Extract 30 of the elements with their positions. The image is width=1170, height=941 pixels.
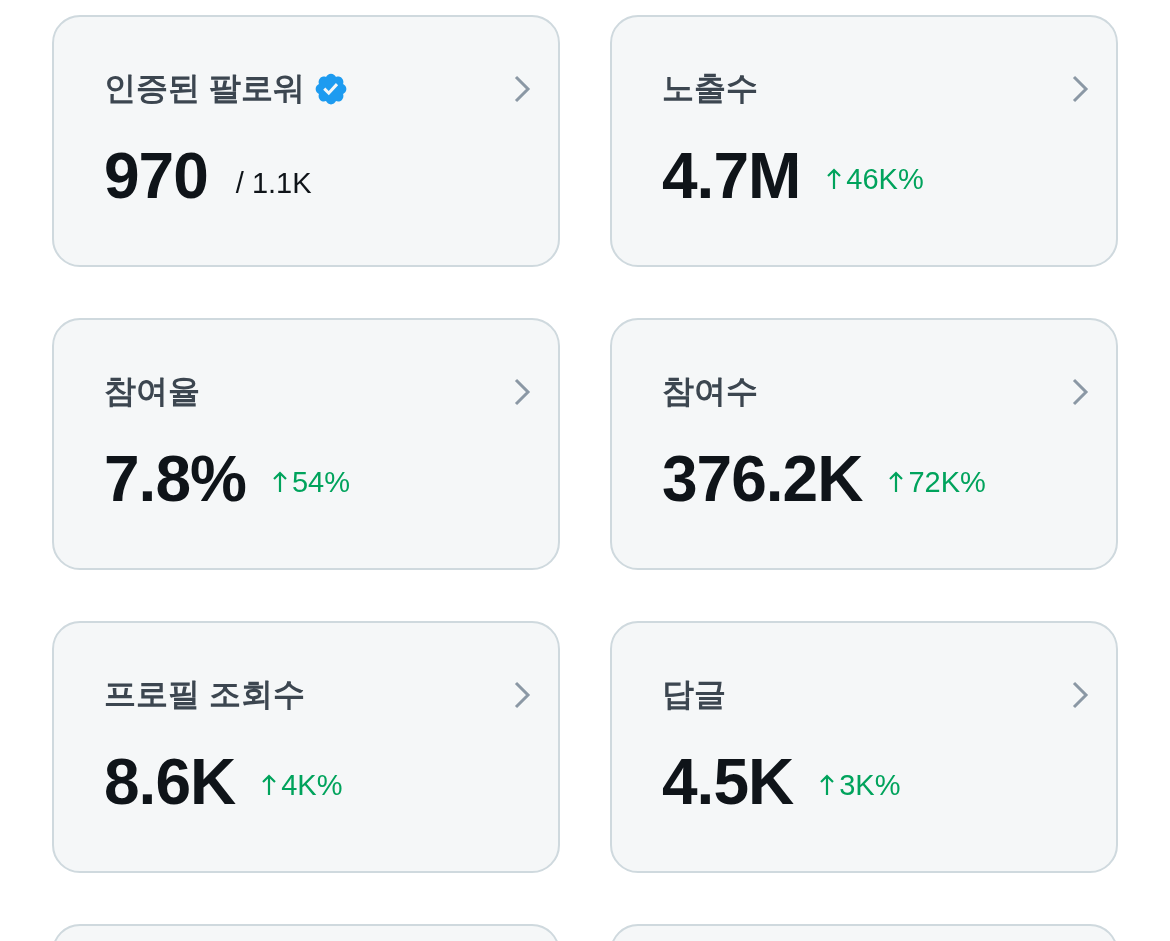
card-title: 답글 [662, 675, 726, 714]
metric-card[interactable]: 참여율 7.8% 54% [52, 318, 560, 570]
chevron-right-icon [1070, 680, 1090, 710]
card-title: 프로필 조회수 [104, 675, 305, 714]
chevron-right-icon [512, 680, 532, 710]
card-title: 노출수 [662, 69, 758, 108]
metric-total: / 1.1K [235, 166, 312, 200]
metric-card[interactable]: 참여수 376.2K 72K% [610, 318, 1118, 570]
chevron-right-icon [512, 74, 532, 104]
card-title: 참여율 [104, 372, 200, 411]
chevron-right-icon [512, 377, 532, 407]
card-title: 인증된 팔로워 [104, 69, 305, 108]
metric-card[interactable]: 노출수 4.7M 46K% [610, 15, 1118, 267]
metric-value: 376.2K [662, 442, 863, 516]
chevron-right-icon [1070, 74, 1090, 104]
metric-change: 46K% [846, 162, 924, 196]
metric-value: 8.6K [104, 745, 236, 819]
metric-change: 54% [291, 465, 350, 499]
chevron-right-icon [1070, 377, 1090, 407]
metric-change: 72K% [908, 465, 986, 499]
metric-value: 7.8% [104, 442, 246, 516]
metric-card[interactable]: 답글 4.5K 3K% [610, 621, 1118, 873]
metric-card[interactable]: 인증된 팔로워 970 / 1.1K [52, 15, 560, 267]
metric-value: 970 [104, 139, 208, 213]
metric-change: 3K% [839, 768, 901, 802]
metric-card[interactable]: 프로필 조회수 8.6K 4K% [52, 621, 560, 873]
card-title: 참여수 [662, 372, 758, 411]
metric-change: 4K% [281, 768, 343, 802]
metric-value: 4.7M [662, 139, 801, 213]
metric-value: 4.5K [662, 745, 794, 819]
